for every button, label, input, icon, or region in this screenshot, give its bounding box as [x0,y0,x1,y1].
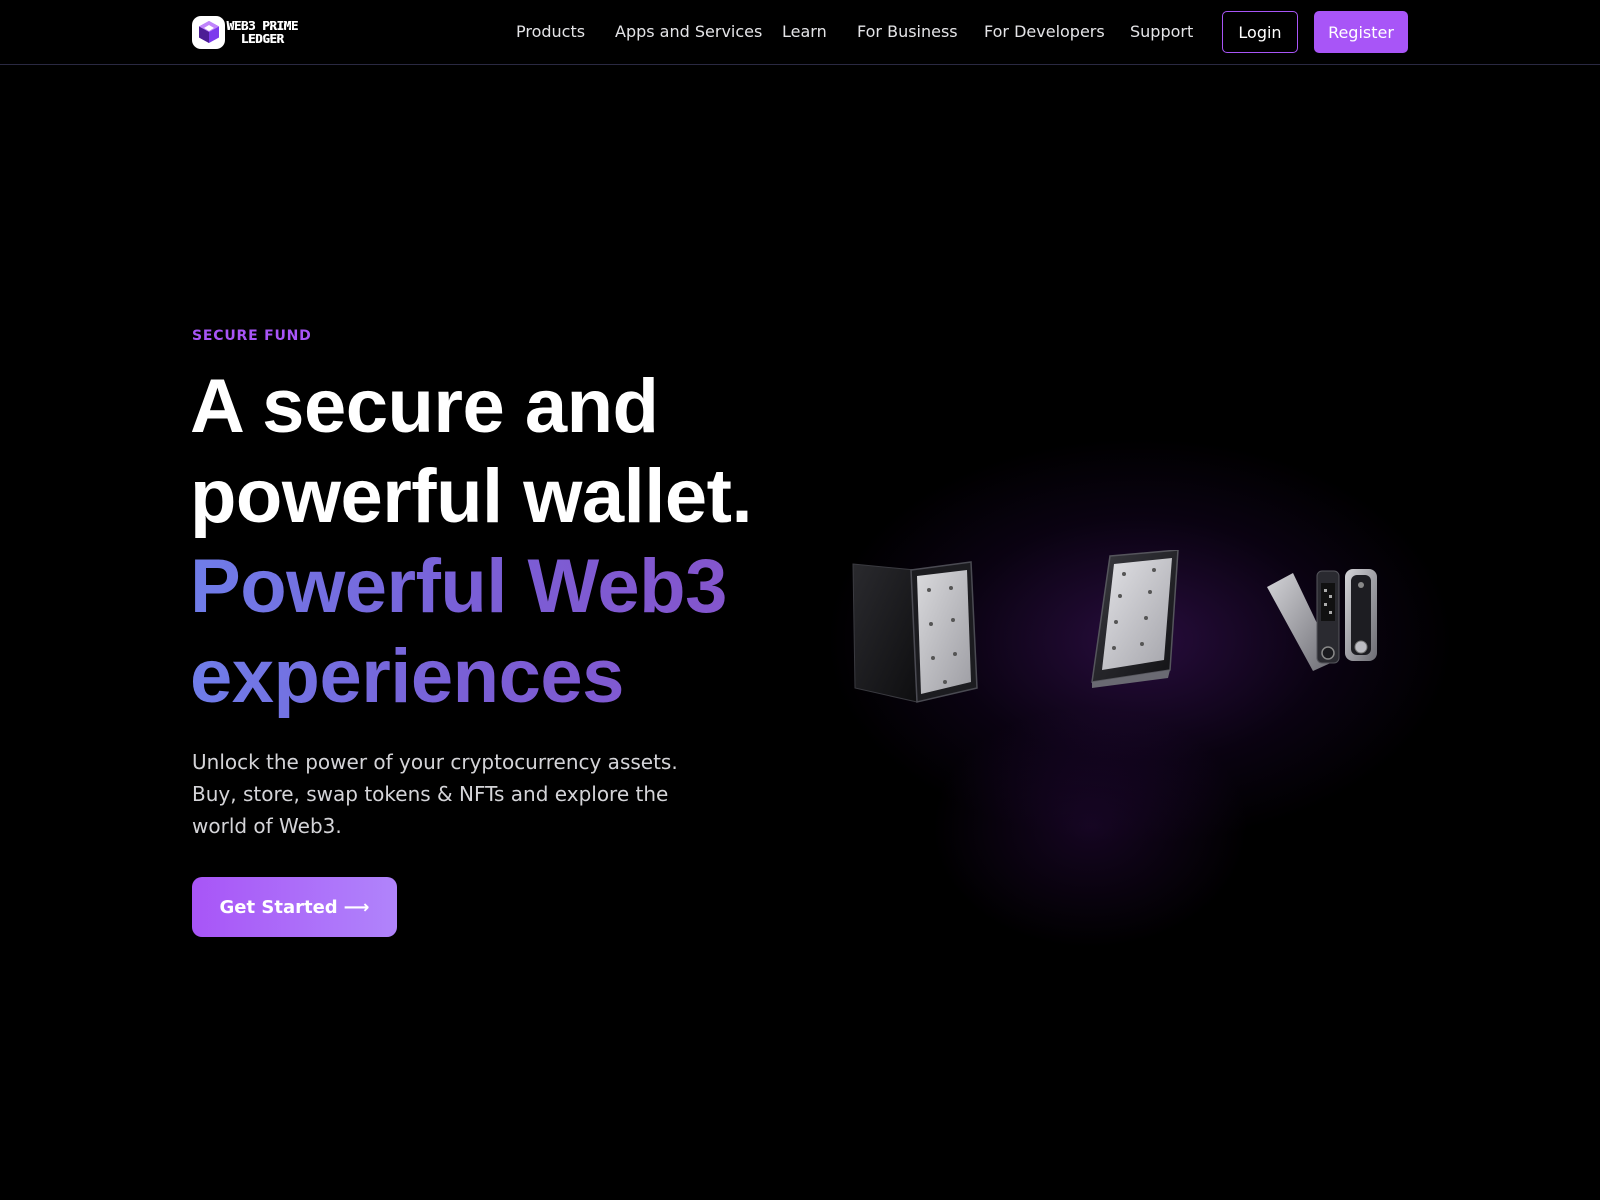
hero-subtext: Unlock the power of your cryptocurrency … [192,750,678,838]
nav-item-for-business[interactable]: For Business [857,22,958,41]
get-started-button[interactable]: Get Started ⟶ [192,877,397,937]
nav-item-for-developers[interactable]: For Developers [984,22,1105,41]
landing-page: WEB3 PRIME LEDGER Products Apps and Serv… [0,0,1600,1200]
login-button[interactable]: Login [1222,11,1298,53]
hardware-wallet-stax-icon [1088,549,1188,694]
site-header: WEB3 PRIME LEDGER Products Apps and Serv… [0,0,1600,65]
nav-item-products[interactable]: Products [516,22,585,41]
hero-accent-line1: Powerful Web3 [190,544,727,629]
hero-accent-headline: Powerful Web3 experiences [190,542,890,722]
hardware-wallet-flex-icon [845,560,985,714]
hero-eyebrow: SECURE FUND [192,328,312,344]
hero-accent-line2: experiences [190,634,624,719]
hero-headline-line1: A secure and [190,364,659,449]
hero-headline-line2: powerful wallet. [190,454,753,539]
hardware-wallet-nano-icon [1265,565,1385,679]
nav-item-support[interactable]: Support [1130,22,1193,41]
device-glow-lower [880,700,1300,1020]
register-button[interactable]: Register [1314,11,1408,53]
get-started-label: Get Started [219,896,338,918]
nav-item-apps-and-services[interactable]: Apps and Services [615,22,762,41]
hero-headline: A secure and powerful wallet. [190,362,890,542]
nav-item-learn[interactable]: Learn [782,22,827,41]
arrow-right-icon: ⟶ [343,896,370,918]
